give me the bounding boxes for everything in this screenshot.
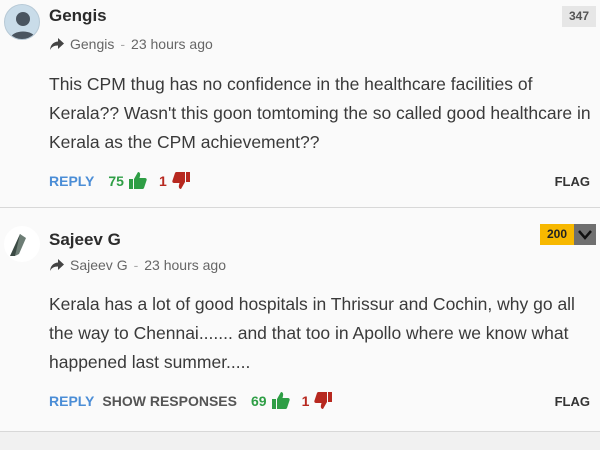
show-responses-button[interactable]: SHOW RESPONSES [102,393,237,409]
comment-username[interactable]: Sajeev G [49,230,121,250]
comment-username[interactable]: Gengis [49,6,107,26]
thumbs-up-icon[interactable] [128,172,147,189]
avatar[interactable] [4,4,40,40]
score-badge: 200 [540,224,574,245]
downvote-count: 1 [158,172,167,189]
comment-text: This CPM thug has no confidence in the h… [49,74,591,152]
reply-button[interactable]: REPLY [49,173,94,189]
comment-actions: REPLY SHOW RESPONSES 69 1 [49,392,333,409]
user-avatar-image [10,234,26,256]
flag-button[interactable]: FLAG [555,394,590,409]
comment-meta: Gengis - 23 hours ago [50,36,213,52]
downvote-count: 1 [301,392,310,409]
thumbs-up-icon[interactable] [271,392,290,409]
reply-to-user[interactable]: Gengis [70,36,114,52]
meta-separator: - [133,257,139,273]
meta-separator: - [120,36,126,52]
reply-button[interactable]: REPLY [49,393,94,409]
thumbs-down-icon[interactable] [314,392,333,409]
comment-timestamp: 23 hours ago [131,36,213,52]
comment-timestamp: 23 hours ago [144,257,226,273]
avatar[interactable] [4,226,40,262]
user-silhouette-icon [10,12,36,39]
score-badge: 347 [562,6,596,27]
chevron-down-icon[interactable] [574,224,596,245]
flag-button[interactable]: FLAG [555,174,590,189]
comment-card: Gengis 347 Gengis - 23 hours ago This CP… [0,0,600,208]
thumbs-down-icon[interactable] [172,172,190,189]
comment-text: Kerala has a lot of good hospitals in Th… [49,294,575,372]
upvote-count: 75 [108,172,124,189]
share-arrow-icon [50,38,64,50]
share-arrow-icon [50,259,64,271]
comment-meta: Sajeev G - 23 hours ago [50,257,226,273]
upvote-count: 69 [250,392,267,409]
comment-actions: REPLY 75 1 [49,172,190,189]
reply-to-user[interactable]: Sajeev G [70,257,128,273]
comment-card: Sajeev G 200 Sajeev G - 23 hours ago Ker… [0,208,600,432]
